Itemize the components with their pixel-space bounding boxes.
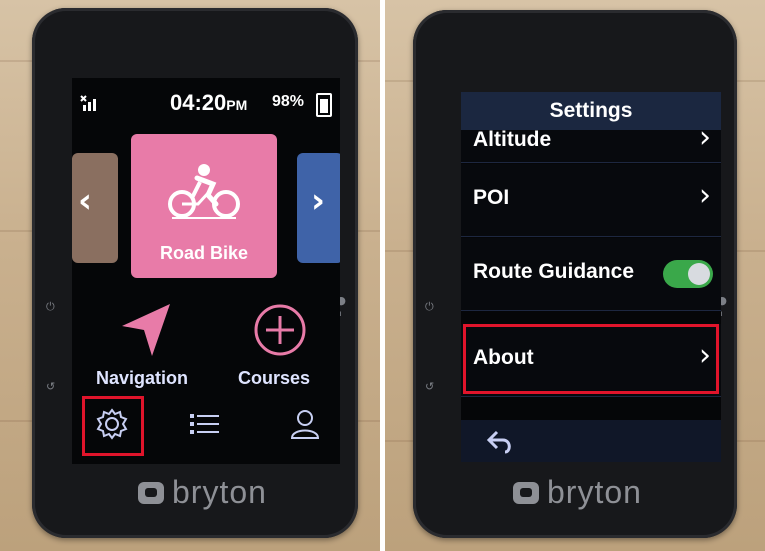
- left-screen: 04:20PM 98% ‹ › Road Bike Navigation Cou…: [72, 78, 340, 464]
- road-bike-icon: [168, 164, 240, 219]
- profile-card-label: Road Bike: [159, 243, 249, 263]
- user-icon[interactable]: [287, 406, 323, 442]
- navigation-label: Navigation: [96, 368, 189, 388]
- back-bar: [461, 420, 721, 462]
- chevron-left-icon: ‹: [78, 181, 93, 221]
- back-arrow-icon[interactable]: [485, 428, 515, 454]
- right-screen: Altitude › Settings POI › Route Guidance…: [461, 92, 721, 462]
- battery-icon: [316, 93, 332, 117]
- list-icon[interactable]: [187, 406, 223, 442]
- settings-item-label: POI: [473, 186, 510, 209]
- battery-percent: 98%: [272, 93, 305, 110]
- profile-card-road-bike[interactable]: Road Bike: [131, 134, 277, 278]
- settings-item-label: Altitude: [473, 128, 552, 151]
- bryton-logo-icon: [513, 481, 539, 504]
- lap-button-icon: ↺: [46, 380, 56, 393]
- add-course-icon: [254, 304, 306, 356]
- settings-item-label: Route Guidance: [473, 260, 635, 283]
- courses-button[interactable]: Courses: [224, 300, 332, 396]
- settings-item-poi[interactable]: POI ›: [461, 164, 721, 237]
- next-profile-card[interactable]: ›: [297, 153, 340, 263]
- lap-button-icon: ↺: [425, 380, 435, 393]
- signal-icon: [80, 95, 96, 111]
- status-bar: 04:20PM 98%: [72, 90, 340, 120]
- chevron-right-icon: ›: [699, 178, 711, 213]
- courses-label: Courses: [238, 368, 311, 388]
- power-button-icon: ⏻: [425, 300, 434, 313]
- right-device: ⏻ ↺ ●⏸ Altitude › Settings POI › Route G…: [413, 10, 737, 538]
- clock: 04:20PM: [170, 90, 248, 115]
- navigation-arrow-icon: [122, 304, 170, 356]
- chevron-right-icon: ›: [311, 181, 326, 221]
- prev-profile-card[interactable]: ‹: [72, 153, 118, 263]
- route-guidance-toggle[interactable]: [663, 260, 713, 288]
- navigation-button[interactable]: Navigation: [94, 300, 202, 396]
- brand-logo: bryton: [513, 474, 642, 511]
- settings-title: Settings: [461, 92, 721, 130]
- left-photo: ⏻ ↺ ●⏸ 04:20PM 98% ‹ ›: [0, 0, 380, 551]
- settings-item-route-guidance[interactable]: Route Guidance: [461, 238, 721, 311]
- about-highlight: [463, 324, 719, 394]
- right-photo: ⏻ ↺ ●⏸ Altitude › Settings POI › Route G…: [385, 0, 765, 551]
- bryton-logo-icon: [138, 481, 164, 504]
- brand-logo: bryton: [138, 474, 267, 511]
- power-button-icon: ⏻: [46, 300, 55, 313]
- left-device: ⏻ ↺ ●⏸ 04:20PM 98% ‹ ›: [32, 8, 358, 538]
- settings-highlight: [82, 396, 144, 456]
